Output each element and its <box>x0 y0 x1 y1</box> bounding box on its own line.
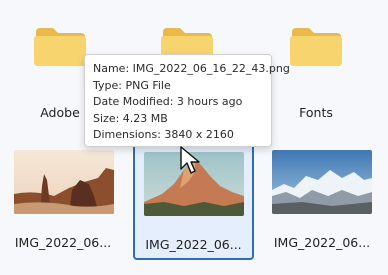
tooltip-dimensions: Dimensions: 3840 x 2160 <box>93 128 234 141</box>
desert-rock-thumbnail <box>14 150 114 214</box>
folder-icon <box>290 28 342 66</box>
tooltip-type: Type: PNG File <box>93 78 171 92</box>
folder-label: Fonts <box>299 105 333 120</box>
tooltip-size: Size: 4.23 MB <box>93 111 168 125</box>
snow-mountain-thumbnail <box>272 150 372 214</box>
image-label: IMG_2022_06... <box>145 237 242 252</box>
file-explorer-content: Adobe Fonts IMG_2022_06... IMG_2022_06..… <box>0 0 388 275</box>
image-item-3[interactable]: IMG_2022_06... <box>268 140 376 260</box>
tooltip-name: Name: IMG_2022_06_16_22_43.png <box>93 62 290 75</box>
image-label: IMG_2022_06... <box>14 235 112 250</box>
mouse-pointer-icon <box>180 146 200 174</box>
image-label: IMG_2022_06... <box>273 235 371 250</box>
file-info-tooltip: Name: IMG_2022_06_16_22_43.png Type: PNG… <box>84 54 290 147</box>
tooltip-date-modified: Date Modified: 3 hours ago <box>93 95 243 108</box>
folder-icon <box>34 28 86 66</box>
image-item-1[interactable]: IMG_2022_06... <box>10 140 116 260</box>
